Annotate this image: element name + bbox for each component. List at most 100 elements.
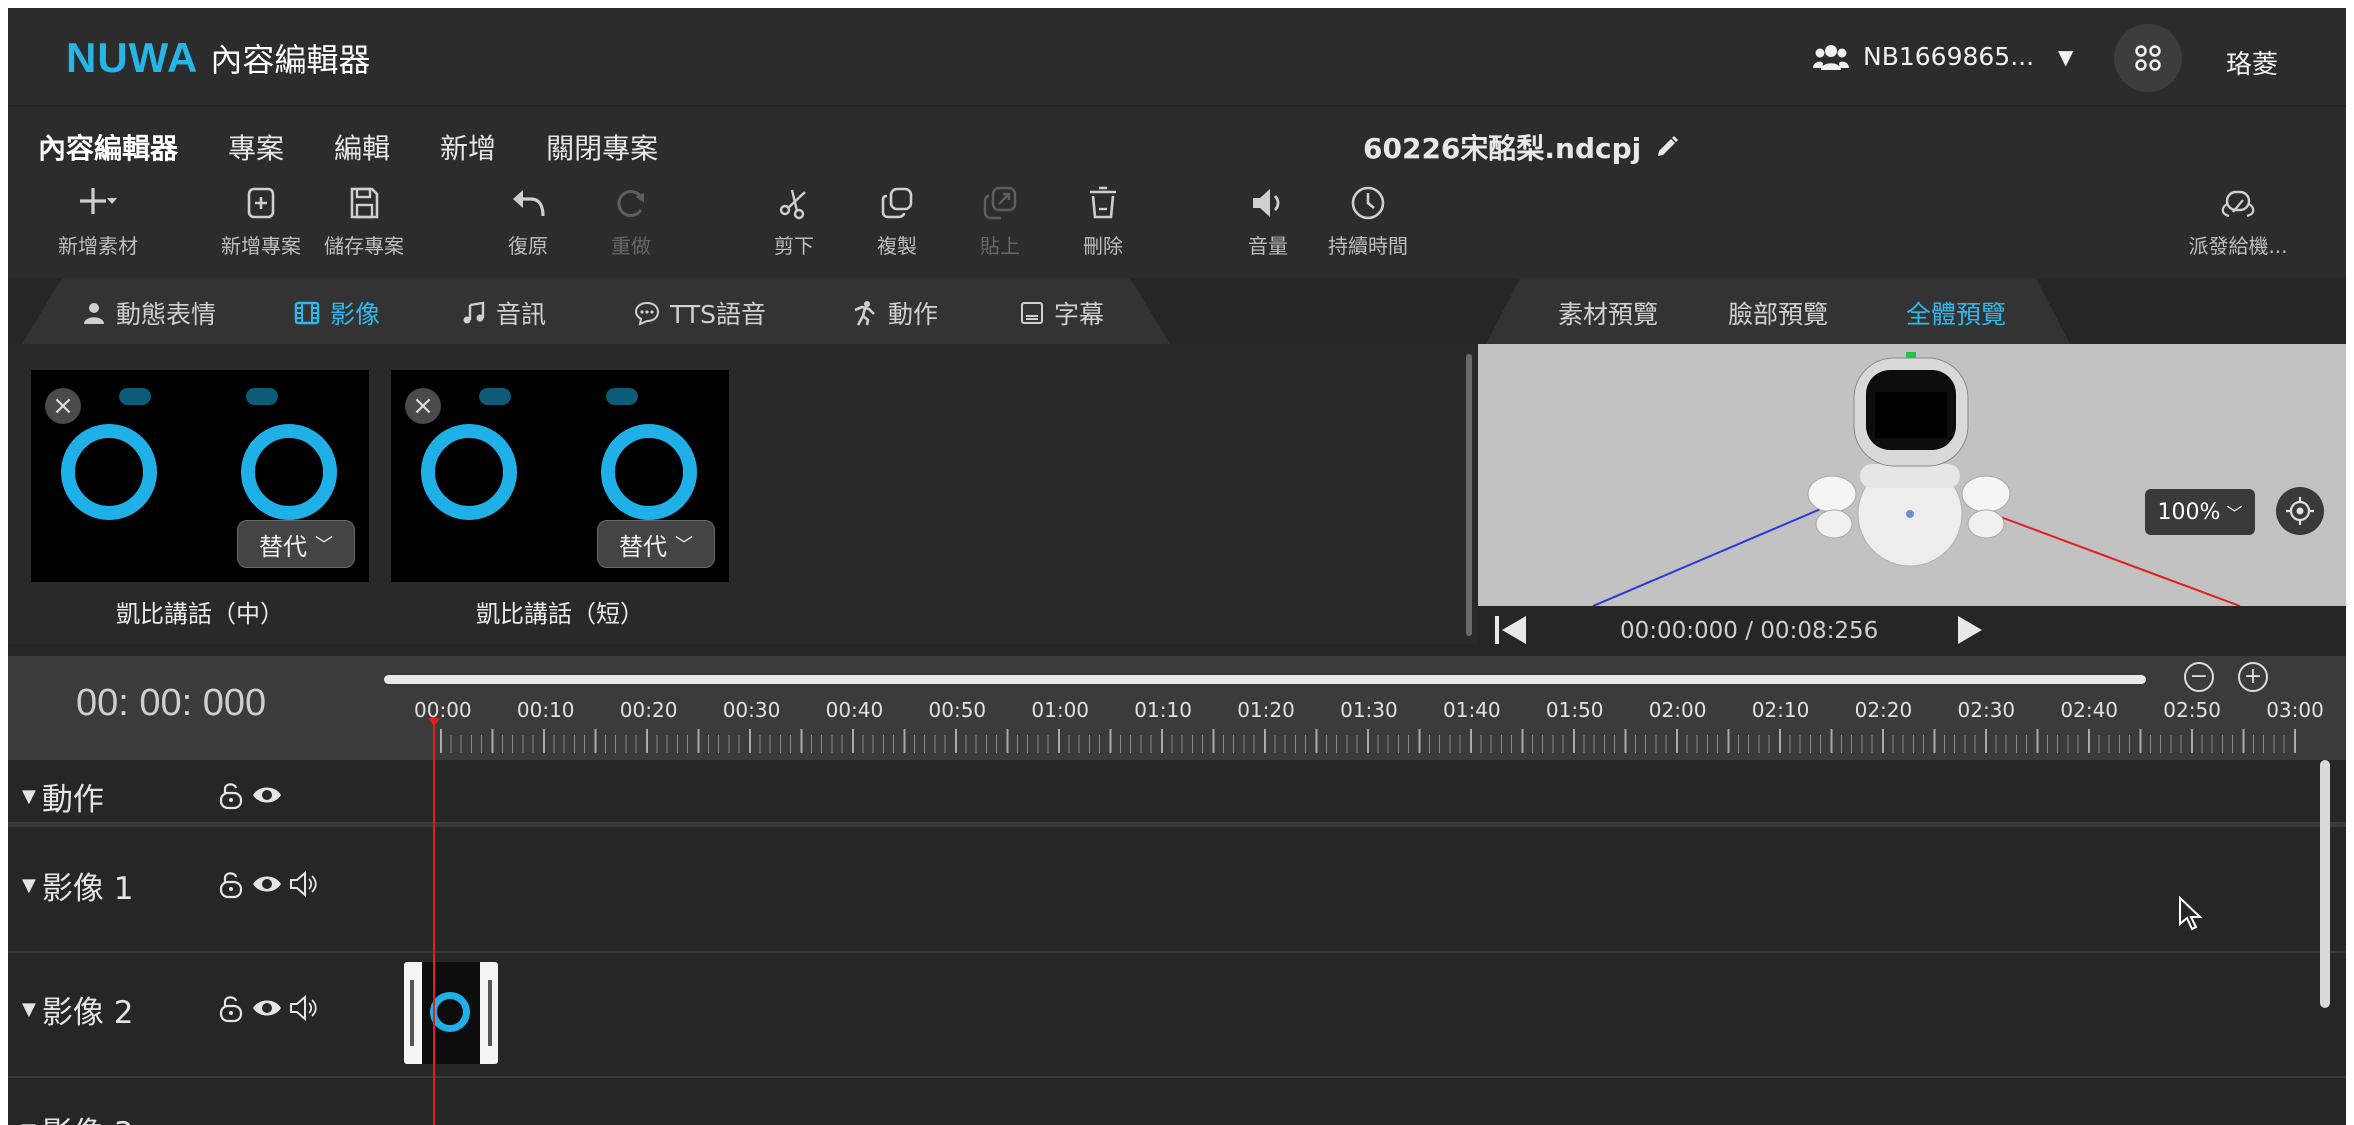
eye-icon[interactable] <box>252 869 282 899</box>
tab-tts-voice[interactable]: TTS語音 <box>634 295 766 331</box>
clock-icon <box>1351 186 1385 220</box>
copy-label: 複製 <box>877 234 917 258</box>
chat-icon <box>634 301 660 326</box>
track-header[interactable]: ▼ 影像 3 <box>22 1108 133 1125</box>
add-material-label: 新增素材 <box>58 234 138 258</box>
menu-project[interactable]: 專案 <box>228 127 284 167</box>
ruler-label: 02:30 <box>1957 698 2016 722</box>
account-id: NB1669865... <box>1863 42 2035 71</box>
music-icon <box>463 301 485 324</box>
tab-label: 臉部預覽 <box>1728 300 1829 329</box>
tab-audio[interactable]: 音訊 <box>462 295 546 331</box>
speaker-icon <box>1253 189 1280 217</box>
unlock-icon[interactable] <box>216 780 246 810</box>
unlock-icon[interactable] <box>216 869 246 899</box>
ruler-label: 00:30 <box>722 698 781 722</box>
delete-button[interactable]: 刪除 <box>1043 184 1163 259</box>
timeline-header: 00: 00: 000 − + 00:00 00:10 00:20 00:30 00:4… <box>8 656 2346 760</box>
track-header[interactable]: ▼ 影像 1 <box>22 863 133 908</box>
clip-eye-ring <box>430 992 470 1032</box>
media-card[interactable]: × 替代 ﹀ <box>391 370 729 582</box>
account-selector[interactable]: NB1669865... ▼ <box>1813 42 2073 71</box>
cut-label: 剪下 <box>774 234 814 258</box>
skip-to-start-icon[interactable] <box>1492 613 1530 647</box>
tab-motion[interactable]: 動作 <box>852 295 938 331</box>
chevron-down-icon: ﹀ <box>315 535 333 556</box>
caret-down-icon: ▼ <box>22 999 36 1020</box>
timeline-tracks: ▼ 動作 ▼ 影像 1 ▼ 影像 2 <box>8 760 2346 1125</box>
recenter-button[interactable] <box>2276 487 2324 535</box>
copy-button[interactable]: 複製 <box>837 184 957 259</box>
paste-label: 貼上 <box>980 234 1020 258</box>
unlock-icon[interactable] <box>216 993 246 1023</box>
add-material-button[interactable]: 新增素材 <box>38 184 158 259</box>
track-header[interactable]: ▼ 動作 <box>22 774 104 819</box>
save-project-button[interactable]: 儲存專案 <box>304 184 424 259</box>
main-menu: 內容編輯器 專案 編輯 新增 關閉專案 <box>38 127 658 167</box>
zoom-value: 100% <box>2157 499 2221 525</box>
dispatch-to-robot-button[interactable]: 派發給機... <box>2178 184 2298 259</box>
menu-content-editor[interactable]: 內容編輯器 <box>38 127 178 167</box>
replace-button[interactable]: 替代 ﹀ <box>237 520 355 568</box>
clip-trim-handle-right[interactable] <box>488 980 492 1046</box>
project-filename: 60226宋酩梨.ndcpj <box>1363 127 1679 167</box>
pencil-icon[interactable] <box>1655 135 1679 159</box>
play-icon[interactable] <box>1952 613 1986 647</box>
replace-label: 替代 <box>619 532 667 561</box>
app-logo: NUWA 內容編輯器 <box>66 34 370 82</box>
right-eye-ring <box>601 424 697 520</box>
ruler-label: 00:50 <box>928 698 987 722</box>
paste-button[interactable]: 貼上 <box>940 184 1060 259</box>
tab-animated-expression[interactable]: 動態表情 <box>82 295 216 331</box>
video-clip[interactable] <box>404 962 498 1064</box>
menu-bar: 內容編輯器 專案 編輯 新增 關閉專案 60226宋酩梨.ndcpj <box>8 105 2346 178</box>
track-label: 影像 2 <box>41 995 134 1031</box>
undo-icon <box>513 190 545 217</box>
tab-full-preview[interactable]: 全體預覽 <box>1906 295 2006 331</box>
speaker-outline-icon[interactable] <box>288 869 318 899</box>
duration-button[interactable]: 持續時間 <box>1308 184 1428 259</box>
remove-icon[interactable]: × <box>405 388 441 424</box>
apps-button[interactable] <box>2114 24 2182 92</box>
zoom-in-icon[interactable]: + <box>2238 662 2268 692</box>
ruler-label: 02:40 <box>2060 698 2119 722</box>
remove-icon[interactable]: × <box>45 388 81 424</box>
person-icon <box>84 303 104 324</box>
user-name[interactable]: 珞菱 <box>2226 44 2278 81</box>
panel-splitter[interactable] <box>1466 354 1472 636</box>
playhead[interactable] <box>428 718 440 1125</box>
clip-trim-handle-left[interactable] <box>410 980 414 1046</box>
ruler-label: 01:30 <box>1340 698 1398 722</box>
media-card-label: 凱比講話（短） <box>476 600 644 628</box>
undo-button[interactable]: 復原 <box>468 184 588 259</box>
tab-material-preview[interactable]: 素材預覽 <box>1558 295 1658 331</box>
crosshair-icon <box>2286 497 2314 525</box>
eye-icon[interactable] <box>252 780 282 810</box>
menu-edit[interactable]: 編輯 <box>334 127 390 167</box>
ruler-label: 00:20 <box>619 698 678 722</box>
new-project-button[interactable]: 新增專案 <box>201 184 321 259</box>
speaker-outline-icon[interactable] <box>288 993 318 1023</box>
zoom-dropdown[interactable]: 100% ﹀ <box>2145 489 2255 535</box>
menu-add[interactable]: 新增 <box>440 127 496 167</box>
track-header[interactable]: ▼ 影像 2 <box>22 987 133 1032</box>
tab-video[interactable]: 影像 <box>294 295 380 331</box>
redo-button[interactable]: 重做 <box>571 184 691 259</box>
cut-button[interactable]: 剪下 <box>734 184 854 259</box>
menu-close-project[interactable]: 關閉專案 <box>546 127 658 167</box>
ruler-label: 02:50 <box>2163 698 2221 722</box>
timeline-scrollbar[interactable] <box>384 675 2146 684</box>
track-label: 影像 1 <box>41 871 134 907</box>
tracks-scrollbar[interactable] <box>2320 760 2330 1008</box>
tab-face-preview[interactable]: 臉部預覽 <box>1728 295 1828 331</box>
ruler-label: 02:00 <box>1648 698 1707 722</box>
preview-tabs: 素材預覽 臉部預覽 全體預覽 <box>1486 278 2070 344</box>
robot-preview: 100% ﹀ <box>1478 344 2346 606</box>
zoom-out-icon[interactable]: − <box>2184 662 2214 692</box>
eye-icon[interactable] <box>252 993 282 1023</box>
replace-button[interactable]: 替代 ﹀ <box>597 520 715 568</box>
eye-pill <box>246 388 278 405</box>
film-icon <box>294 301 320 325</box>
tab-subtitle[interactable]: 字幕 <box>1020 295 1104 331</box>
media-card[interactable]: × 替代 ﹀ <box>31 370 369 582</box>
